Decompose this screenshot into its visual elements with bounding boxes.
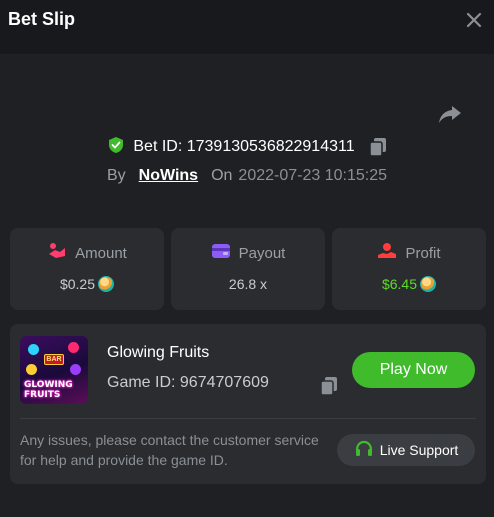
amount-card: Amount $0.25 bbox=[10, 228, 164, 310]
amount-value: $0.25 bbox=[59, 276, 96, 292]
close-icon[interactable] bbox=[464, 10, 484, 30]
shield-check-icon bbox=[107, 136, 125, 159]
on-label: On bbox=[211, 167, 233, 184]
bet-id-row: Bet ID: 1739130536822914311 bbox=[0, 136, 494, 158]
game-id: Game ID: 9674707609 bbox=[107, 374, 269, 391]
coin-icon bbox=[420, 276, 437, 292]
copy-icon[interactable] bbox=[320, 376, 338, 396]
by-label: By bbox=[107, 167, 126, 184]
profit-value: $6.45 bbox=[381, 276, 418, 292]
bet-id: Bet ID: 1739130536822914311 bbox=[133, 138, 355, 155]
bet-date: 2022-07-23 10:15:25 bbox=[238, 167, 387, 184]
support-notice: Any issues, please contact the customer … bbox=[20, 432, 319, 468]
payout-label: Payout bbox=[238, 244, 286, 262]
profit-label: Profit bbox=[405, 244, 441, 262]
share-icon[interactable] bbox=[437, 101, 463, 127]
cherry-icon bbox=[68, 342, 79, 353]
divider bbox=[20, 418, 476, 419]
profit-card: Profit $6.45 bbox=[332, 228, 486, 310]
thumb-title-line-1: GLOWING bbox=[24, 380, 73, 390]
bet-meta-row: By NoWins On 2022-07-23 10:15:25 bbox=[0, 165, 494, 187]
wallet-icon bbox=[211, 242, 231, 264]
payout-card: Payout 26.8 x bbox=[171, 228, 325, 310]
live-support-label: Live Support bbox=[379, 442, 459, 458]
profit-icon bbox=[377, 242, 397, 264]
coin-icon bbox=[98, 276, 115, 292]
lemon-icon bbox=[26, 364, 37, 375]
game-card: BAR GLOWING FRUITS Glowing Fruits Game I… bbox=[10, 324, 486, 484]
headset-icon bbox=[354, 439, 374, 462]
bar-symbol: BAR bbox=[44, 354, 64, 365]
payout-value: 26.8 x bbox=[228, 276, 268, 292]
game-thumbnail[interactable]: BAR GLOWING FRUITS bbox=[20, 336, 88, 404]
amount-icon bbox=[47, 242, 67, 264]
grape-icon bbox=[70, 364, 81, 375]
header: Bet Slip bbox=[0, 0, 494, 54]
play-now-button[interactable]: Play Now bbox=[352, 352, 475, 388]
game-name: Glowing Fruits bbox=[107, 344, 210, 361]
amount-label: Amount bbox=[75, 244, 127, 262]
thumb-title-line-2: FRUITS bbox=[24, 390, 61, 400]
gem-icon bbox=[28, 344, 39, 355]
user-link[interactable]: NoWins bbox=[139, 167, 198, 185]
page-title: Bet Slip bbox=[8, 9, 76, 29]
copy-icon[interactable] bbox=[368, 137, 387, 157]
live-support-button[interactable]: Live Support bbox=[337, 434, 475, 466]
